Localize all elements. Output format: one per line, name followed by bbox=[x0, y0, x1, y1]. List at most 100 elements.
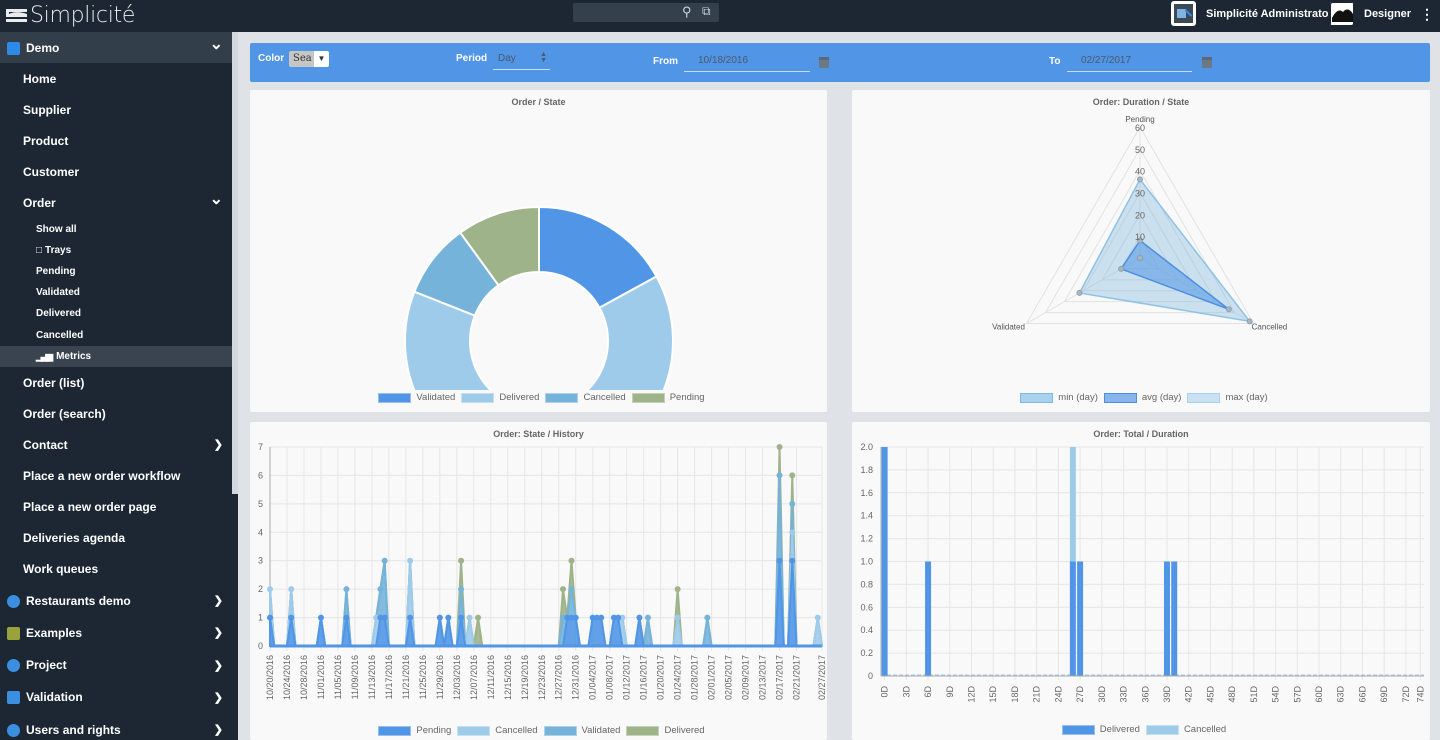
legend-label[interactable]: Pending bbox=[670, 392, 705, 403]
x-tick-label: 33D bbox=[1119, 686, 1129, 703]
calendar-icon[interactable] bbox=[1202, 57, 1212, 68]
legend-swatch[interactable] bbox=[1061, 724, 1095, 735]
chevron-right-icon[interactable]: ❯ bbox=[214, 723, 223, 736]
bar-delivered bbox=[1171, 561, 1178, 676]
legend-swatch[interactable] bbox=[461, 392, 495, 403]
legend-swatch[interactable] bbox=[631, 392, 665, 403]
sidebar-item-place-a-new-order-workflow[interactable]: Place a new order workflow bbox=[0, 460, 232, 491]
sidebar-item-product[interactable]: Product bbox=[0, 125, 232, 156]
chevron-right-icon[interactable]: ❯ bbox=[214, 691, 223, 704]
sidebar-scrollbar-thumb[interactable] bbox=[232, 32, 238, 494]
sidebar-item-validated[interactable]: Validated bbox=[0, 282, 232, 303]
sidebar-item-home[interactable]: Home bbox=[0, 63, 232, 94]
sidebar-item-order-search[interactable]: Order (search) bbox=[0, 398, 232, 429]
legend-swatch[interactable] bbox=[543, 725, 577, 736]
to-date-input[interactable]: 02/27/2017 bbox=[1067, 53, 1192, 72]
sidebar-item-show-all[interactable]: Show all bbox=[0, 219, 232, 240]
y-tick-label: 0.4 bbox=[860, 625, 873, 635]
period-select[interactable]: Day ▲ ▼ bbox=[493, 51, 550, 70]
calendar-icon[interactable] bbox=[819, 57, 829, 68]
legend-label[interactable]: Delivered bbox=[1100, 724, 1140, 735]
legend-swatch[interactable] bbox=[545, 392, 579, 403]
y-tick-label: 0 bbox=[868, 671, 873, 681]
area-point bbox=[475, 614, 482, 621]
x-tick-label: 66D bbox=[1357, 686, 1367, 703]
order-state-card: Order / State Validated Delivered Cancelle… bbox=[250, 90, 827, 412]
sidebar-item-label: Restaurants demo bbox=[26, 593, 131, 608]
search-input[interactable]: ⚲ ⧉ bbox=[573, 3, 719, 22]
legend-swatch[interactable] bbox=[1020, 392, 1054, 403]
area-point bbox=[776, 444, 783, 450]
sidebar-item-supplier[interactable]: Supplier bbox=[0, 94, 232, 125]
sidebar-item-place-a-new-order-page[interactable]: Place a new order page bbox=[0, 491, 232, 522]
sidebar-item-order[interactable]: Order ⌄ bbox=[0, 188, 232, 219]
user-menu-admin[interactable]: Simplicité Administrator bbox=[1171, 1, 1333, 26]
legend-label[interactable]: Pending bbox=[416, 725, 451, 736]
legend-label[interactable]: Delivered bbox=[664, 725, 704, 736]
x-tick-label: 01/08/2017 bbox=[605, 655, 615, 700]
total-duration-card: Order: Total / Duration 0 0.2 0.4 0.6 0.8 1.0… bbox=[852, 422, 1430, 740]
sidebar-item-customer[interactable]: Customer bbox=[0, 156, 232, 187]
sidebar-item-demo[interactable]: Demo ⌄ bbox=[0, 32, 232, 64]
area-point bbox=[436, 614, 443, 621]
sidebar-item-project[interactable]: Project ❯ bbox=[0, 649, 232, 681]
y-tick-label: 2 bbox=[258, 584, 263, 594]
sidebar-item-users-and-rights[interactable]: Users and rights ❯ bbox=[0, 714, 232, 740]
sidebar-item-label: Trays bbox=[45, 244, 72, 256]
legend-label[interactable]: max (day) bbox=[1225, 392, 1267, 403]
sidebar-item-order-list[interactable]: Order (list) bbox=[0, 367, 232, 398]
legend-label[interactable]: Cancelled bbox=[583, 392, 625, 403]
updown-icon: ▲ ▼ bbox=[540, 51, 547, 64]
chart-legend: Validated Delivered Cancelled Pending bbox=[250, 392, 827, 403]
legend-swatch[interactable] bbox=[1187, 392, 1221, 403]
legend-swatch[interactable] bbox=[457, 725, 491, 736]
sidebar-item-metrics[interactable]: ▁▃▅ Metrics bbox=[0, 345, 232, 367]
legend-label[interactable]: min (day) bbox=[1058, 392, 1098, 403]
area-point bbox=[789, 529, 796, 536]
chevron-down-icon[interactable]: ▼ bbox=[314, 51, 329, 67]
user-menu-designer[interactable]: Designer bbox=[1329, 1, 1411, 26]
search-icon[interactable]: ⚲ bbox=[682, 4, 692, 20]
app-logo[interactable]: Simplicité bbox=[5, 3, 135, 28]
sidebar-item-pending[interactable]: Pending bbox=[0, 261, 232, 282]
chevron-down-icon[interactable]: ⌄ bbox=[210, 189, 223, 209]
area-point bbox=[568, 586, 575, 593]
legend-label[interactable]: Cancelled bbox=[495, 725, 537, 736]
legend-label[interactable]: Delivered bbox=[499, 392, 539, 403]
color-select[interactable]: Sea ▼ bbox=[289, 51, 329, 67]
legend-label[interactable]: Validated bbox=[582, 725, 621, 736]
legend-swatch[interactable] bbox=[1103, 392, 1137, 403]
external-link-icon[interactable]: ⧉ bbox=[702, 4, 711, 19]
x-tick-label: 54D bbox=[1271, 686, 1281, 703]
sidebar-item-work-queues[interactable]: Work queues bbox=[0, 554, 232, 585]
sidebar-item-label: Validated bbox=[36, 287, 80, 299]
x-tick-label: 27D bbox=[1075, 686, 1085, 703]
sidebar-item-trays[interactable]: □ Trays bbox=[0, 240, 232, 261]
legend-swatch[interactable] bbox=[378, 725, 412, 736]
sidebar-item-restaurants-demo[interactable]: Restaurants demo ❯ bbox=[0, 585, 232, 617]
sidebar-item-validation[interactable]: Validation ❯ bbox=[0, 681, 232, 713]
chevron-down-icon[interactable]: ⌄ bbox=[210, 34, 223, 54]
legend-swatch[interactable] bbox=[626, 725, 660, 736]
from-date-input[interactable]: 10/18/2016 bbox=[684, 53, 810, 72]
x-tick-label: 60D bbox=[1314, 686, 1324, 703]
legend-swatch[interactable] bbox=[378, 392, 412, 403]
chevron-right-icon[interactable]: ❯ bbox=[214, 626, 223, 639]
sidebar-item-delivered[interactable]: Delivered bbox=[0, 303, 232, 324]
sidebar-item-contact[interactable]: Contact ❯ bbox=[0, 429, 232, 460]
sidebar-item-examples[interactable]: Examples ❯ bbox=[0, 617, 232, 649]
legend-label[interactable]: Cancelled bbox=[1184, 724, 1226, 735]
legend-label[interactable]: Validated bbox=[416, 392, 455, 403]
chevron-right-icon[interactable]: ❯ bbox=[214, 594, 223, 607]
x-tick-label: 30D bbox=[1097, 686, 1107, 703]
kebab-menu-icon[interactable]: ⋮ bbox=[1420, 6, 1434, 23]
chevron-right-icon[interactable]: ❯ bbox=[214, 659, 223, 672]
legend-swatch[interactable] bbox=[1145, 724, 1179, 735]
bulb-icon bbox=[7, 659, 20, 673]
x-tick-label: 02/09/2017 bbox=[741, 655, 751, 700]
sidebar-item-deliveries-agenda[interactable]: Deliveries agenda bbox=[0, 523, 232, 554]
chevron-right-icon[interactable]: ❯ bbox=[214, 438, 223, 451]
legend-label[interactable]: avg (day) bbox=[1142, 392, 1182, 403]
period-label: Period bbox=[456, 53, 488, 64]
sidebar-item-cancelled[interactable]: Cancelled bbox=[0, 325, 232, 346]
